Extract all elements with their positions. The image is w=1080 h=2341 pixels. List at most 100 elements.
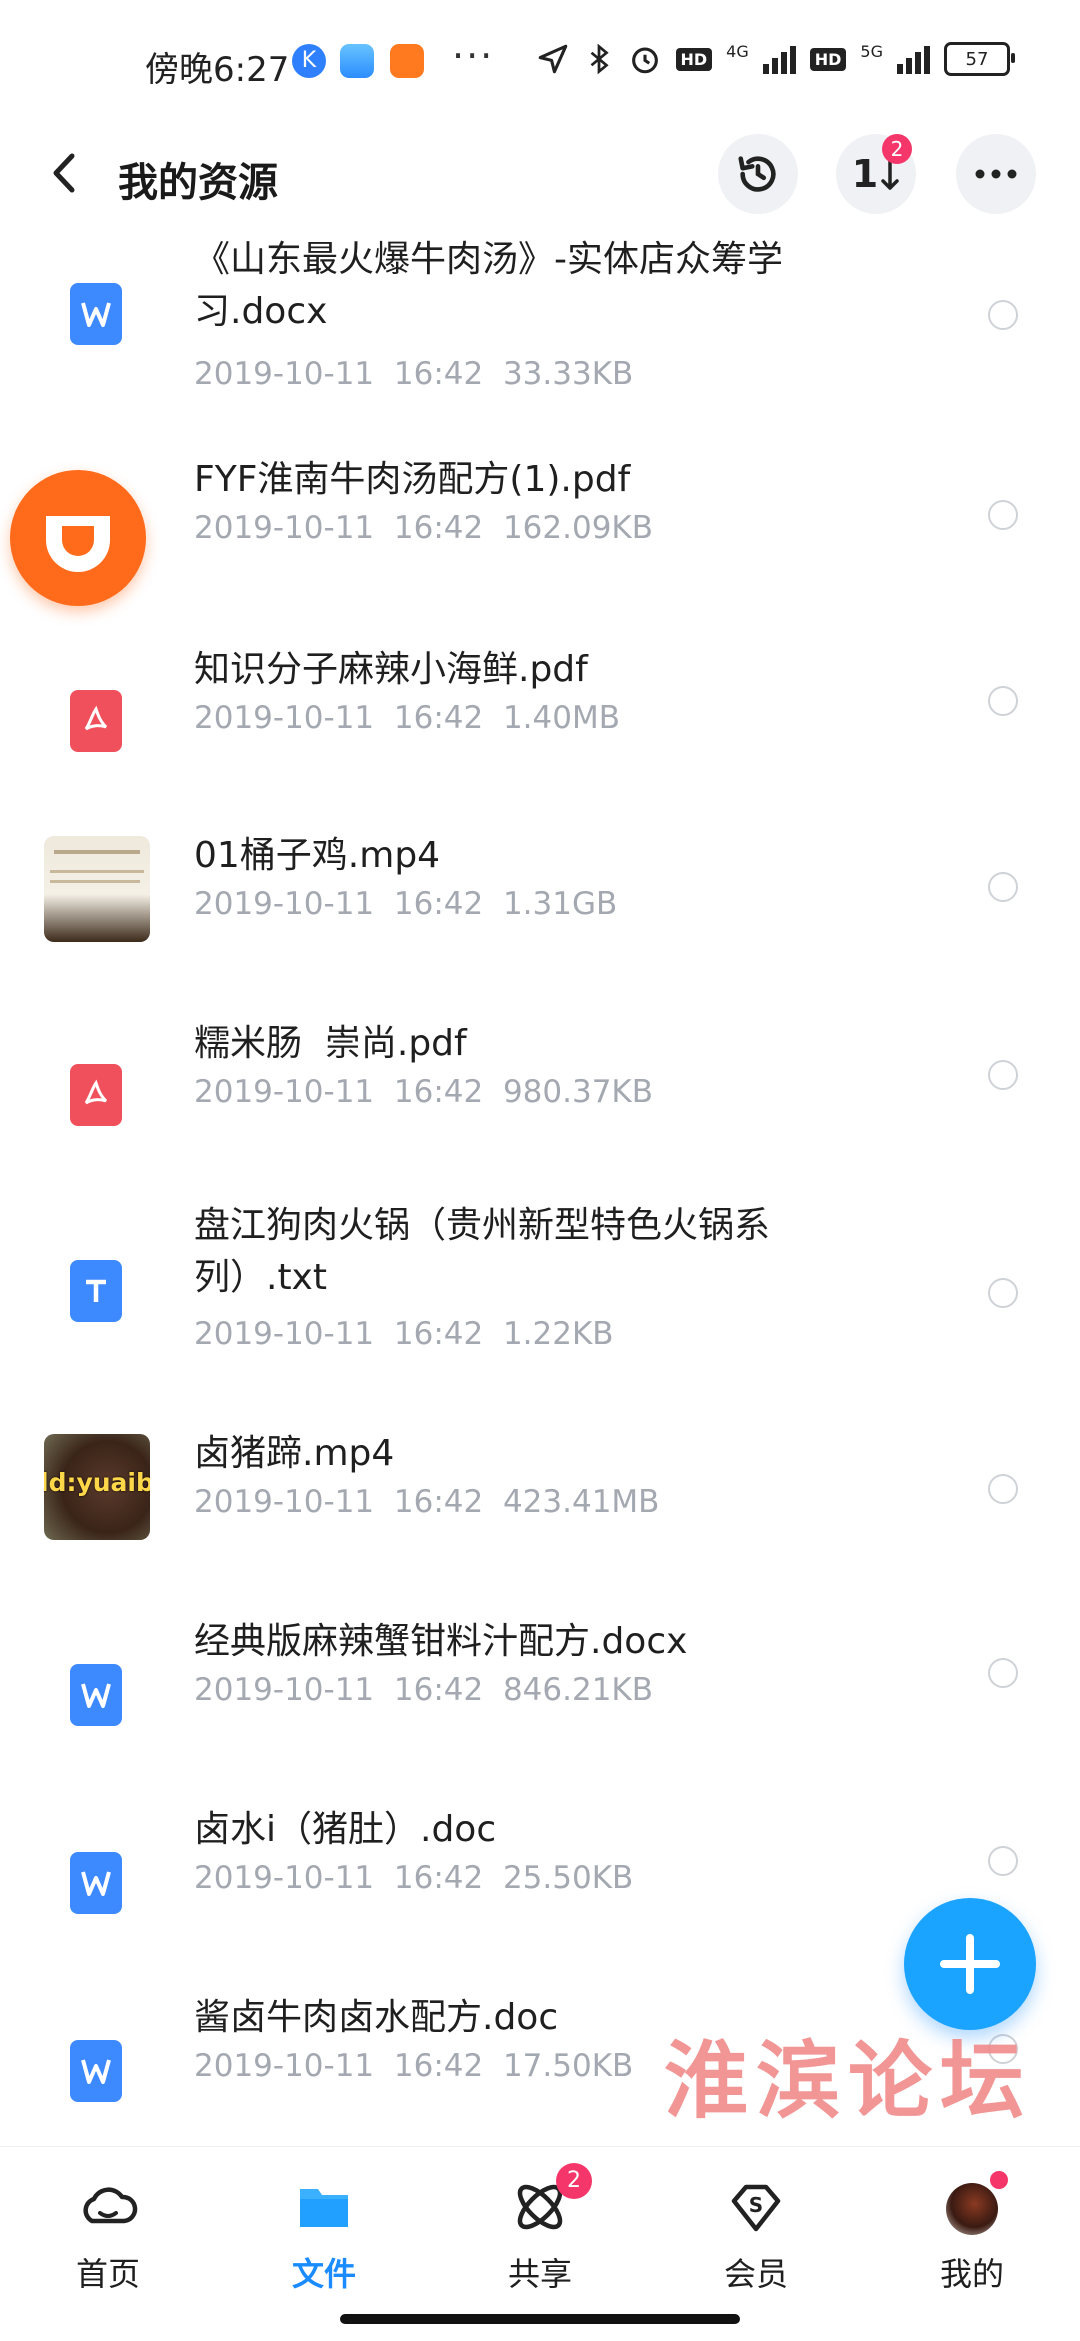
transfer-badge: 2 <box>882 134 912 164</box>
back-button[interactable] <box>40 148 90 198</box>
file-time: 16:42 <box>393 700 484 736</box>
file-size: 25.50KB <box>502 1860 634 1896</box>
file-date: 2019-10-11 <box>194 700 375 736</box>
alarm-icon <box>631 47 658 74</box>
nav-share[interactable]: 2 共享 <box>460 2163 620 2295</box>
file-row[interactable]: 01桶子鸡.mp4 2019-10-11 16:42 1.31GB <box>0 835 1080 986</box>
status-right: HD 4G HD 5G 57 <box>536 41 1015 76</box>
file-date: 2019-10-11 <box>194 1074 375 1110</box>
plus-icon <box>940 1934 1000 1994</box>
file-size: 162.09KB <box>502 510 654 546</box>
home-indicator <box>340 2314 740 2324</box>
select-radio[interactable] <box>988 1474 1018 1504</box>
word-file-icon <box>70 1852 122 1914</box>
file-size: 1.31GB <box>502 886 618 922</box>
file-row[interactable]: 《山东最火爆牛肉汤》-实体店众筹学习.docx 2019-10-11 16:42… <box>0 230 1080 420</box>
select-radio[interactable] <box>988 872 1018 902</box>
thumbnail-caption: ld:yuaibo1 <box>44 1468 150 1497</box>
select-radio[interactable] <box>988 686 1018 716</box>
app-cloud-icon <box>340 44 374 78</box>
nav-files-label: 文件 <box>291 2255 356 2293</box>
file-name: 01桶子鸡.mp4 <box>194 835 441 876</box>
file-meta: 2019-10-11 16:42 33.33KB <box>194 356 633 392</box>
select-radio[interactable] <box>988 300 1018 330</box>
hd-badge-2: HD <box>809 47 847 71</box>
app-header: 我的资源 1 2 <box>0 120 1080 230</box>
file-time: 16:42 <box>393 510 484 546</box>
file-name: 糯米肠 崇尚.pdf <box>194 1023 467 1064</box>
select-radio[interactable] <box>988 1278 1018 1308</box>
nav-vip[interactable]: S 会员 <box>676 2175 836 2295</box>
file-name: 《山东最火爆牛肉汤》-实体店众筹学习.docx <box>194 239 783 332</box>
file-size: 17.50KB <box>502 2048 634 2084</box>
file-size: 33.33KB <box>502 356 634 392</box>
file-row[interactable]: 经典版麻辣蟹钳料汁配方.docx 2019-10-11 16:42 846.21… <box>0 1621 1080 1772</box>
file-date: 2019-10-11 <box>194 510 375 546</box>
history-button[interactable] <box>718 134 798 214</box>
file-date: 2019-10-11 <box>194 1860 375 1896</box>
file-name: 知识分子麻辣小海鲜.pdf <box>194 649 588 690</box>
file-row[interactable]: FYF淮南牛肉汤配方(1).pdf 2019-10-11 16:42 162.0… <box>0 459 1080 610</box>
file-time: 16:42 <box>393 2048 484 2084</box>
select-radio[interactable] <box>988 500 1018 530</box>
bottom-nav: 首页 文件 2 共享 S 会员 我的 <box>0 2146 1080 2341</box>
file-meta: 2019-10-11 16:42 980.37KB <box>194 1074 653 1110</box>
transfer-icon: 1 <box>851 152 879 196</box>
file-row[interactable]: ld:yuaibo1 卤猪蹄.mp4 2019-10-11 16:42 423.… <box>0 1433 1080 1584</box>
nav-home[interactable]: 首页 <box>28 2175 188 2295</box>
vip-diamond-icon: S <box>724 2175 788 2239</box>
clock-history-icon <box>738 156 776 192</box>
file-size: 1.22KB <box>502 1316 614 1352</box>
pdf-file-icon <box>70 690 122 752</box>
file-date: 2019-10-11 <box>194 356 375 392</box>
floating-app-icon <box>46 516 110 572</box>
net-5g-label: 5G <box>860 41 883 61</box>
select-radio[interactable] <box>988 1060 1018 1090</box>
file-date: 2019-10-11 <box>194 1672 375 1708</box>
file-date: 2019-10-11 <box>194 2048 375 2084</box>
file-meta: 2019-10-11 16:42 25.50KB <box>194 1860 633 1896</box>
net-4g-label: 4G <box>726 41 749 61</box>
txt-file-icon <box>70 1260 122 1322</box>
file-row[interactable]: 糯米肠 崇尚.pdf 2019-10-11 16:42 980.37KB <box>0 1023 1080 1174</box>
file-meta: 2019-10-11 16:42 846.21KB <box>194 1672 653 1708</box>
nav-mine[interactable]: 我的 <box>892 2171 1052 2295</box>
file-time: 16:42 <box>393 1316 484 1352</box>
signal-icon <box>762 44 796 74</box>
file-name: 盘江狗肉火锅（贵州新型特色火锅系列）.txt <box>194 1205 771 1298</box>
page-title: 我的资源 <box>118 160 278 206</box>
share-badge: 2 <box>556 2163 592 2199</box>
hd-badge: HD <box>675 47 713 71</box>
file-meta: 2019-10-11 16:42 1.40MB <box>194 700 620 736</box>
share-atom-icon: 2 <box>508 2163 592 2239</box>
file-time: 16:42 <box>393 1860 484 1896</box>
status-bar: 傍晚6:27 K ··· HD 4G HD 5G 57 <box>0 0 1080 120</box>
nav-files[interactable]: 文件 <box>244 2175 404 2295</box>
file-time: 16:42 <box>393 1672 484 1708</box>
add-button[interactable] <box>904 1898 1036 2030</box>
app-k-icon: K <box>292 44 326 78</box>
file-size: 1.40MB <box>502 700 620 736</box>
file-row[interactable]: 知识分子麻辣小海鲜.pdf 2019-10-11 16:42 1.40MB <box>0 649 1080 800</box>
folder-icon <box>292 2175 356 2239</box>
file-name: 卤水i（猪肚）.doc <box>194 1809 497 1850</box>
nav-vip-label: 会员 <box>723 2255 788 2293</box>
file-time: 16:42 <box>393 886 484 922</box>
file-size: 980.37KB <box>502 1074 654 1110</box>
select-radio[interactable] <box>988 1658 1018 1688</box>
more-button[interactable] <box>956 134 1036 214</box>
file-name: 经典版麻辣蟹钳料汁配方.docx <box>194 1621 688 1662</box>
select-radio[interactable] <box>988 1846 1018 1876</box>
file-size: 846.21KB <box>502 1672 654 1708</box>
word-file-icon <box>70 1664 122 1726</box>
video-thumbnail: ld:yuaibo1 <box>44 1434 150 1540</box>
floating-app-bubble[interactable] <box>10 470 146 606</box>
file-time: 16:42 <box>393 356 484 392</box>
file-meta: 2019-10-11 16:42 162.09KB <box>194 510 653 546</box>
word-file-icon <box>70 2040 122 2102</box>
signal-icon-2 <box>897 44 930 74</box>
battery-icon: 57 <box>944 42 1015 76</box>
file-name: FYF淮南牛肉汤配方(1).pdf <box>194 459 631 500</box>
file-row[interactable]: 盘江狗肉火锅（贵州新型特色火锅系列）.txt 2019-10-11 16:42 … <box>0 1205 1080 1406</box>
transfer-button[interactable]: 1 2 <box>836 134 916 214</box>
